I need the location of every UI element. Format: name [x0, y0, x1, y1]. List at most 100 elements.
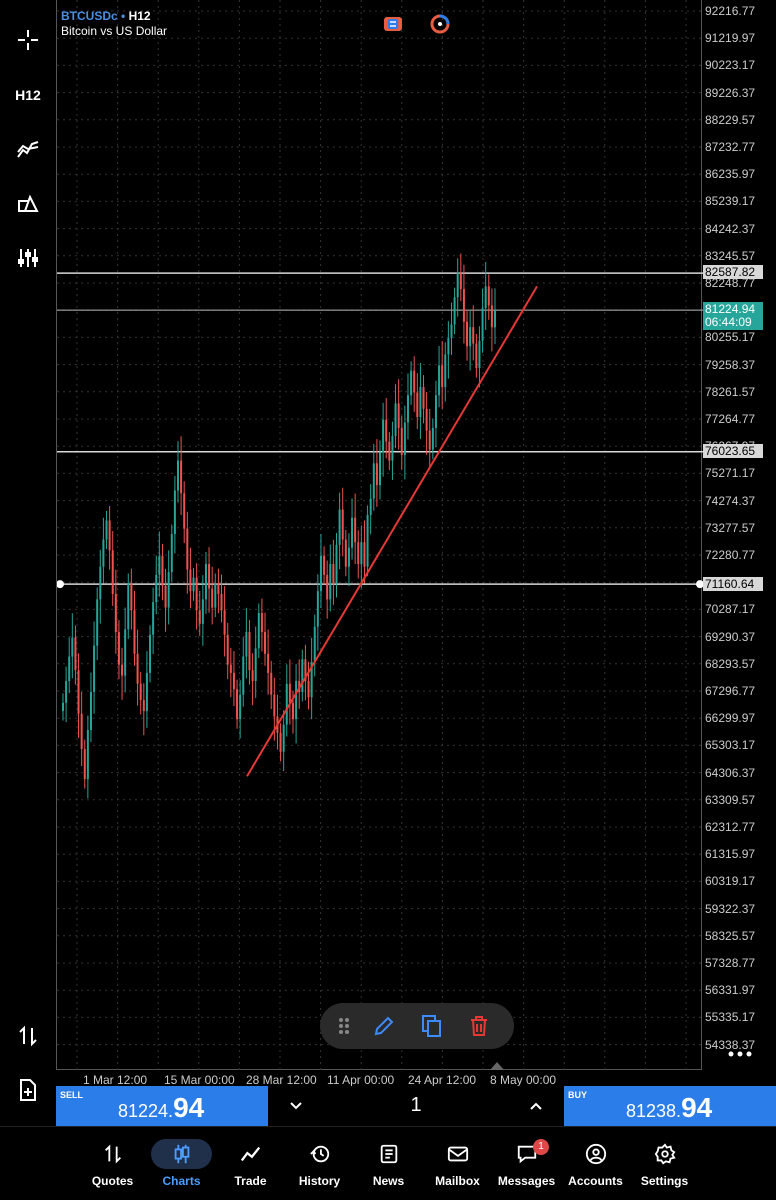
price-tick: 85239.17 — [705, 194, 756, 209]
candle-body — [242, 656, 245, 695]
messages-badge: 1 — [533, 1139, 549, 1155]
drag-handle-icon[interactable] — [332, 1014, 356, 1038]
candle-body — [232, 672, 235, 690]
candle-body — [86, 730, 89, 780]
candle-body — [214, 583, 217, 608]
nav-accounts[interactable]: Accounts — [561, 1127, 630, 1200]
indicators-icon[interactable] — [6, 130, 50, 170]
candle-body — [329, 563, 332, 600]
candle-body — [145, 672, 148, 711]
nav-label: Trade — [234, 1174, 267, 1188]
candle-body — [385, 419, 388, 442]
time-label-2: 15 Mar 00:00 — [164, 1073, 235, 1087]
line-handle-left[interactable] — [57, 580, 64, 589]
candle-body — [413, 370, 416, 393]
one-click-trading-icon[interactable] — [383, 14, 403, 34]
candle-body — [323, 555, 326, 575]
candle-body — [226, 634, 229, 665]
chart-canvas[interactable] — [56, 0, 703, 1070]
price-tick: 74274.37 — [705, 493, 756, 508]
price-tick: 60319.17 — [705, 874, 756, 889]
price-tick: 78261.57 — [705, 384, 756, 399]
nav-trade[interactable]: Trade — [216, 1127, 285, 1200]
symbol-name: BTCUSDc — [61, 9, 118, 23]
candle-body — [208, 563, 211, 589]
object-toolbar — [320, 1003, 514, 1049]
crosshair-icon[interactable] — [6, 20, 50, 60]
current-price-label: 81224.94 06:44:09 — [703, 302, 763, 330]
candle-body — [363, 542, 366, 567]
candle-body — [99, 566, 102, 600]
price-tick: 70287.17 — [705, 602, 756, 617]
candle-body — [117, 632, 120, 665]
settings-sliders-icon[interactable] — [6, 238, 50, 278]
nav-news[interactable]: News — [354, 1127, 423, 1200]
scroll-indicator-icon[interactable] — [490, 1062, 504, 1070]
nav-settings[interactable]: Settings — [630, 1127, 699, 1200]
price-tick: 75271.17 — [705, 466, 756, 481]
candle-body — [366, 515, 369, 567]
candle-body — [155, 574, 158, 603]
sort-arrows-icon[interactable] — [6, 1016, 50, 1056]
price-tick: 84242.37 — [705, 221, 756, 236]
candle-body — [77, 670, 80, 714]
symbol-timeframe: H12 — [128, 9, 151, 23]
nav-history[interactable]: History — [285, 1127, 354, 1200]
bottom-navigation: Quotes Charts Trade History News Mailbox… — [0, 1126, 776, 1200]
timeframe-label: H12 — [15, 87, 41, 103]
timeframe-button[interactable]: H12 — [6, 75, 50, 115]
nav-label: News — [372, 1174, 405, 1188]
candle-body — [201, 599, 204, 624]
candle-body — [186, 528, 189, 570]
trash-icon[interactable] — [467, 1014, 491, 1038]
candle-body — [183, 493, 186, 529]
signal-icon[interactable] — [430, 14, 450, 34]
candle-body — [257, 612, 260, 649]
nav-messages[interactable]: 1 Messages — [492, 1127, 561, 1200]
candle-body — [136, 653, 139, 684]
nav-charts[interactable]: Charts — [147, 1127, 216, 1200]
candle-body — [462, 289, 465, 322]
candle-body — [254, 648, 257, 682]
candle-body — [388, 441, 391, 461]
candle-body — [152, 602, 155, 635]
volume-input[interactable]: 1 — [268, 1094, 564, 1117]
copy-icon[interactable] — [419, 1014, 443, 1038]
price-tick: 66299.97 — [705, 711, 756, 726]
price-tick: 90223.17 — [705, 58, 756, 73]
nav-mailbox[interactable]: Mailbox — [423, 1127, 492, 1200]
line-handle-right[interactable] — [696, 580, 703, 589]
new-document-icon[interactable] — [6, 1070, 50, 1110]
candle-body — [494, 310, 496, 328]
candle-body — [475, 343, 478, 369]
buy-price-pips: 94 — [681, 1092, 713, 1123]
price-tick: 56331.97 — [705, 983, 756, 998]
edit-pencil-icon[interactable] — [372, 1014, 396, 1038]
time-label-4: 11 Apr 00:00 — [327, 1073, 395, 1087]
candle-body — [279, 732, 282, 752]
candle-body — [351, 517, 354, 548]
sell-price: 81224.94 — [118, 1092, 204, 1124]
candle-body — [332, 563, 335, 584]
candle-body — [403, 422, 406, 456]
candle-body — [456, 272, 459, 298]
candle-body — [372, 463, 375, 499]
trendline[interactable] — [246, 285, 538, 777]
candle-body — [406, 395, 409, 423]
buy-price-main: 81238. — [626, 1101, 682, 1121]
price-tick: 73277.57 — [705, 520, 756, 535]
sell-button[interactable]: SELL 81224.94 — [56, 1086, 268, 1126]
candle-body — [459, 272, 462, 290]
buy-button[interactable]: BUY 81238.94 — [564, 1086, 776, 1126]
candle-body — [108, 520, 111, 551]
nav-quotes[interactable]: Quotes — [78, 1127, 147, 1200]
objects-icon[interactable] — [6, 185, 50, 225]
candle-body — [96, 599, 99, 646]
candle-body — [264, 632, 267, 654]
nav-label: Messages — [497, 1174, 556, 1188]
more-dots-icon[interactable] — [728, 1050, 752, 1058]
candle-body — [428, 430, 431, 450]
volume-increase-icon[interactable] — [528, 1098, 544, 1114]
price-tick: 55335.17 — [705, 1010, 756, 1025]
price-tick: 57328.77 — [705, 956, 756, 970]
